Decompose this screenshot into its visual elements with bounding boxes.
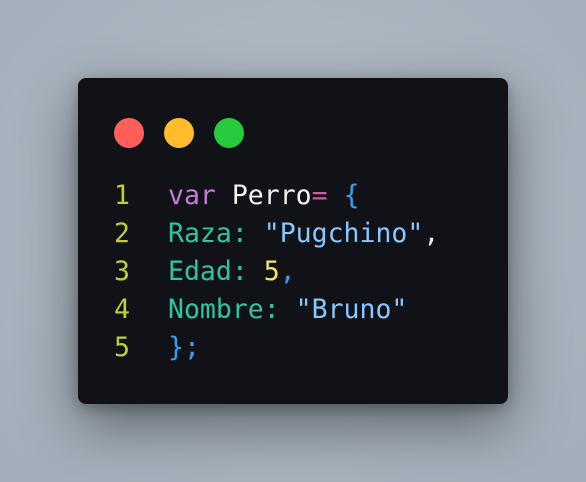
line-number: 5 xyxy=(114,332,130,363)
code-block: 1 var Perro = {2 Raza: "Pugchino", 3 Edad: 5,… xyxy=(114,177,439,367)
code-line: 3 Edad: 5, xyxy=(114,253,439,291)
code-line: 1 var Perro = { xyxy=(114,177,439,215)
close-button[interactable] xyxy=(114,118,144,148)
code-token-string: "Bruno" xyxy=(295,294,408,325)
minimize-button[interactable] xyxy=(164,118,194,148)
code-token-brace: }; xyxy=(168,332,200,363)
code-line: 4 Nombre: "Bruno" xyxy=(114,291,439,329)
code-token-punct-teal: : xyxy=(263,294,280,325)
code-token-property: Raza xyxy=(168,218,232,249)
code-token-brace: { xyxy=(343,180,360,211)
code-token-punct-blue: , xyxy=(279,256,296,287)
code-window: 1 var Perro = {2 Raza: "Pugchino", 3 Edad: 5,… xyxy=(78,78,508,404)
code-token-keyword: var xyxy=(168,180,216,211)
line-number: 4 xyxy=(114,294,130,325)
code-token-punct-teal: : xyxy=(231,218,248,249)
code-line: 2 Raza: "Pugchino", xyxy=(114,215,439,253)
code-token-property: Nombre xyxy=(168,294,264,325)
code-token-number: 5 xyxy=(263,256,280,287)
maximize-button[interactable] xyxy=(214,118,244,148)
line-number: 2 xyxy=(114,218,130,249)
code-token-string: "Pugchino" xyxy=(263,218,424,249)
line-number: 1 xyxy=(114,180,130,211)
code-line: 5}; xyxy=(114,329,439,367)
line-number: 3 xyxy=(114,256,130,287)
code-token-property: Edad xyxy=(168,256,232,287)
code-token-punct-white: , xyxy=(423,218,440,249)
code-token-operator: = xyxy=(311,180,328,211)
code-token-identifier: Perro xyxy=(231,180,312,211)
code-token-punct-teal: : xyxy=(231,256,248,287)
